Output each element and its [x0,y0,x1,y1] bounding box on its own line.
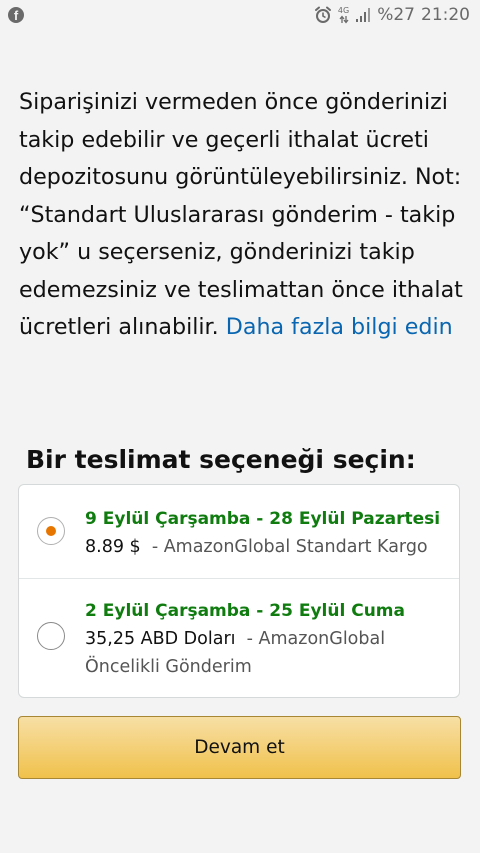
learn-more-link[interactable]: Daha fazla bilgi edin [226,314,453,340]
delivery-options-title: Bir teslimat seçeneği seçin: [26,445,416,474]
delivery-date-range: 9 Eylül Çarşamba - 28 Eylül Pazartesi [85,509,441,529]
facebook-icon: f [8,7,24,23]
shipping-price: 35,25 ABD Doları [85,629,236,649]
delivery-option-detail: 35,25 ABD Doları - AmazonGlobal Öncelikl… [85,625,435,681]
radio-button-selected[interactable] [37,517,65,545]
status-icons: 4G %27 21:20 [314,5,470,25]
radio-button[interactable] [37,622,65,650]
data-arrows-icon [339,14,349,24]
delivery-options-list: 9 Eylül Çarşamba - 28 Eylül Pazartesi 8.… [18,484,460,698]
radio-selected-dot [45,525,56,536]
signal-bars-icon [356,8,371,22]
shipping-service: - AmazonGlobal Standart Kargo [151,537,428,557]
delivery-option-priority[interactable]: 2 Eylül Çarşamba - 25 Eylül Cuma 35,25 A… [19,578,459,697]
delivery-option-standard[interactable]: 9 Eylül Çarşamba - 28 Eylül Pazartesi 8.… [19,485,459,579]
alarm-clock-icon [314,6,331,23]
shipping-price: 8.89 $ [85,537,141,557]
battery-level: %27 [377,5,415,25]
network-type: 4G [337,5,350,15]
clock: 21:20 [421,5,470,25]
delivery-date-range: 2 Eylül Çarşamba - 25 Eylül Cuma [85,601,405,621]
import-fees-notice: Siparişinizi vermeden önce gönderinizi t… [19,84,464,347]
status-bar: f 4G %27 21:20 [0,0,480,30]
delivery-option-detail: 8.89 $ - AmazonGlobal Standart Kargo [85,533,435,561]
notice-text: Siparişinizi vermeden önce gönderinizi t… [19,89,463,340]
continue-button[interactable]: Devam et [18,716,461,779]
